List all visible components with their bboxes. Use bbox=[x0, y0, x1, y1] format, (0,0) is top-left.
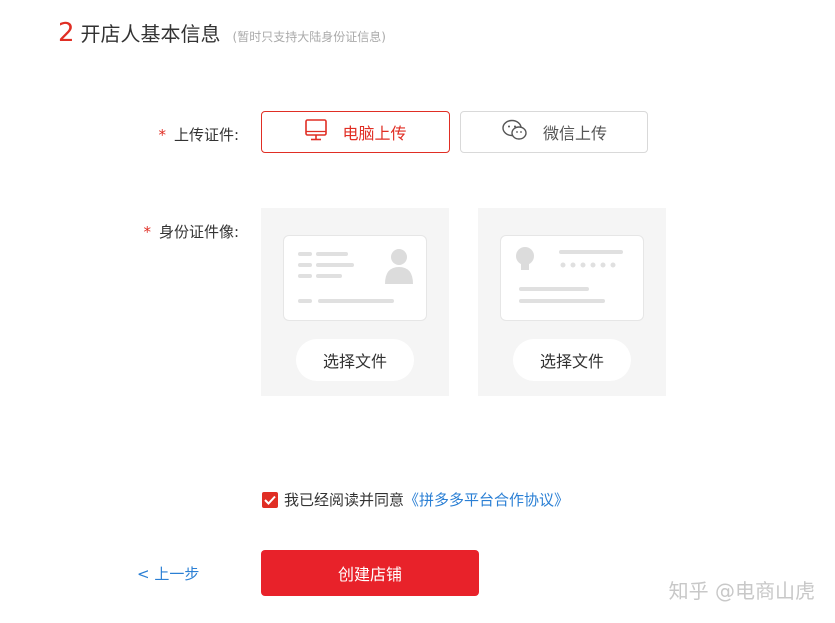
create-store-button[interactable]: 创建店铺 bbox=[261, 550, 479, 596]
required-mark: * bbox=[158, 126, 166, 144]
agreement-row: 我已经阅读并同意 《拼多多平台合作协议》 bbox=[262, 489, 569, 510]
wechat-upload-label: 微信上传 bbox=[542, 124, 607, 143]
id-card-back-upload[interactable]: 选择文件 bbox=[478, 208, 666, 396]
wechat-upload-button[interactable]: 微信上传 bbox=[460, 111, 648, 153]
choose-file-back-button[interactable]: 选择文件 bbox=[513, 339, 631, 381]
pc-upload-label: 电脑上传 bbox=[342, 124, 407, 143]
required-mark: * bbox=[143, 223, 151, 241]
title-note: (暂时只支持大陆身份证信息) bbox=[232, 30, 386, 44]
pc-upload-button[interactable]: 电脑上传 bbox=[261, 111, 450, 153]
id-photo-label-text: 身份证件像: bbox=[158, 223, 239, 241]
wechat-icon bbox=[501, 118, 543, 146]
choose-file-front-button[interactable]: 选择文件 bbox=[296, 339, 414, 381]
id-card-back-icon bbox=[500, 235, 644, 321]
check-icon bbox=[264, 495, 276, 505]
section-title: 2 开店人基本信息 (暂时只支持大陆身份证信息) bbox=[58, 18, 386, 47]
agreement-text: 我已经阅读并同意 bbox=[284, 491, 405, 509]
agreement-checkbox[interactable] bbox=[262, 491, 278, 508]
watermark: 知乎 @电商山虎 bbox=[668, 579, 815, 603]
id-card-front-icon bbox=[283, 235, 427, 321]
id-card-front-upload[interactable]: 选择文件 bbox=[261, 208, 449, 396]
previous-step-link[interactable]: < 上一步 bbox=[137, 563, 199, 584]
agreement-link[interactable]: 《拼多多平台合作协议》 bbox=[404, 489, 569, 510]
page-title: 开店人基本信息 bbox=[80, 22, 221, 46]
upload-id-label-text: 上传证件: bbox=[173, 126, 239, 144]
id-photo-label: * 身份证件像: bbox=[143, 221, 239, 242]
monitor-icon bbox=[304, 118, 342, 146]
upload-id-label: * 上传证件: bbox=[158, 124, 239, 145]
step-number: 2 bbox=[58, 18, 75, 48]
